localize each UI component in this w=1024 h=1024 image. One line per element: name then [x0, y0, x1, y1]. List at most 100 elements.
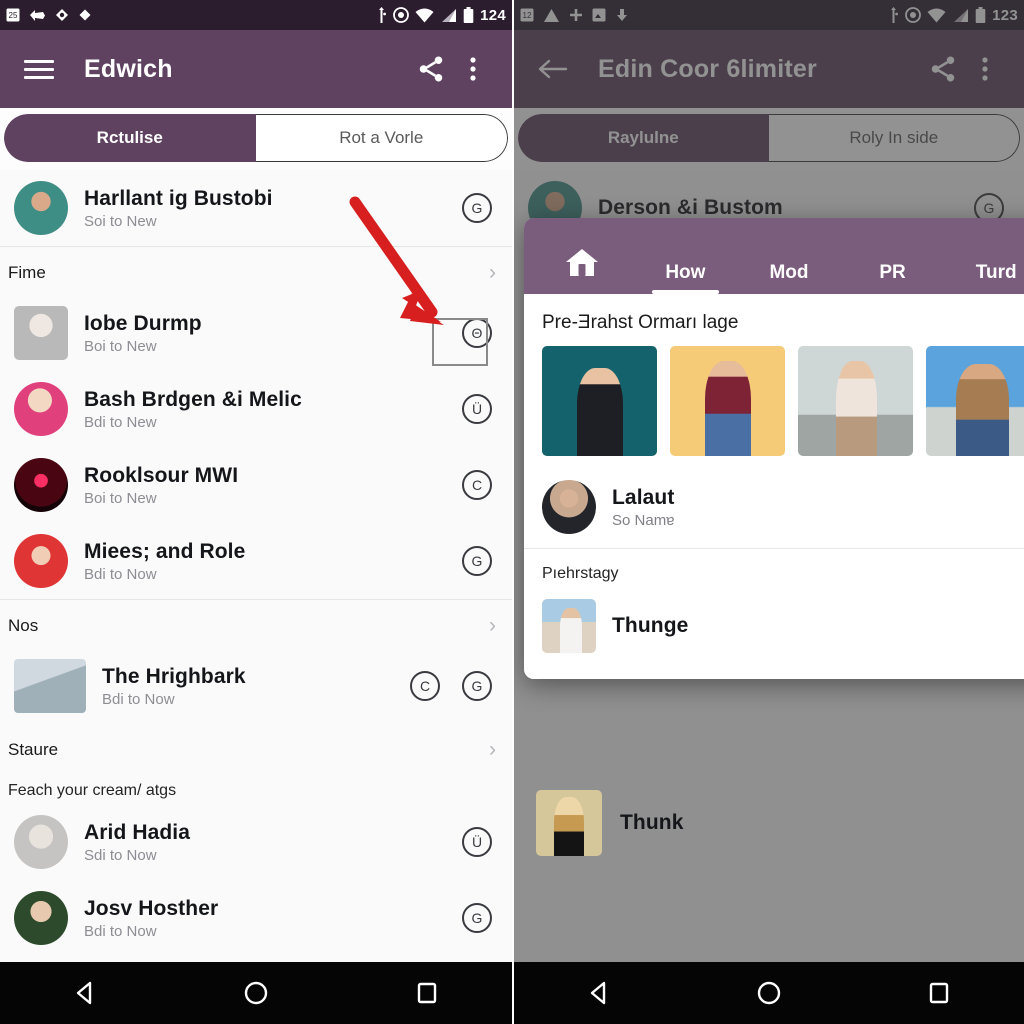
svg-text:25: 25 [9, 11, 18, 20]
target-icon [905, 7, 921, 23]
avatar [14, 891, 68, 945]
thumbnail-item[interactable] [926, 346, 1024, 456]
avatar [542, 599, 596, 653]
avatar [542, 480, 596, 534]
modal-tab-home[interactable] [530, 218, 634, 294]
thumbnail-strip [524, 344, 1024, 470]
modal-section-title: Pre-Ǝrahst Ormarı lage [542, 312, 739, 333]
list-item-subtitle: Bdi to Now [102, 691, 175, 709]
chevron-right-icon: › [489, 614, 496, 637]
hamburger-icon[interactable] [18, 48, 60, 90]
list-item[interactable]: Josv Hosther Bdi to Now G [0, 880, 512, 956]
list-item[interactable]: The Hrighbark Bdi to Now C G [0, 648, 512, 724]
action-circle-icon[interactable]: G [462, 546, 492, 576]
action-circle-icon[interactable]: Ü [462, 827, 492, 857]
list-item[interactable]: Bash Brdgen &i Melic Bdi to New Ü [0, 371, 512, 447]
thumbnail-item[interactable] [670, 346, 785, 456]
signal-icon [440, 8, 457, 23]
list-item[interactable]: Miees; and Role Bdi to Now G [0, 523, 512, 600]
modal-list-item-title: Lalaut [612, 485, 675, 509]
thumbnail-item[interactable] [542, 346, 657, 456]
avatar [14, 815, 68, 869]
section-header-staure[interactable]: Staure › [0, 724, 512, 772]
circle-dot-icon [55, 8, 69, 22]
share-icon[interactable] [410, 48, 452, 90]
right-app-bar: Edin Coor 6limiter [514, 30, 1024, 108]
list-item[interactable]: Rooklsour MWI Boi to New C [0, 447, 512, 523]
modal-list-item-title: Thunge [612, 614, 689, 638]
list-item-subtitle: Bdi to New [84, 414, 157, 432]
action-circle-icon[interactable]: C [462, 470, 492, 500]
right-android-nav-bar [514, 962, 1024, 1024]
arrow-pin-icon [29, 8, 46, 23]
nav-recents-icon[interactable] [915, 969, 963, 1017]
svg-text:12: 12 [523, 11, 532, 20]
modal-tab-pr[interactable]: PR [841, 218, 945, 294]
list-item-title: Iobe Durmp [84, 311, 202, 335]
modal-body: Pre-Ǝrahst Ormarı lage Lalaut So Namɐ Pı… [524, 294, 1024, 679]
nav-recents-icon[interactable] [403, 969, 451, 1017]
list-item-title: Arid Hadia [84, 820, 191, 844]
left-android-nav-bar [0, 962, 512, 1024]
calendar-icon: 12 [520, 8, 534, 22]
tab-roly-in-side[interactable]: Roly In side [768, 114, 1020, 162]
left-status-bar: 25 124 [0, 0, 512, 30]
modal-tab-label: Turd [975, 262, 1017, 283]
tab-rctulise[interactable]: Rctulise [4, 114, 256, 162]
target-icon [393, 7, 409, 23]
list-item-subtitle: Sdi to Now [84, 847, 157, 865]
outside-list-item[interactable]: Thunk [536, 790, 684, 856]
list-item[interactable]: Arid Hadia Sdi to Now Ü [0, 804, 512, 880]
calendar-icon: 25 [6, 8, 20, 22]
list-item-title: Rooklsour MWI [84, 463, 239, 487]
list-item-subtitle: Soi to New [84, 213, 157, 231]
action-circle-icon-secondary[interactable]: G [462, 671, 492, 701]
modal-subheading: Pıehrstagy [542, 565, 619, 582]
nav-back-icon[interactable] [61, 969, 109, 1017]
avatar [14, 534, 68, 588]
modal-tab-bar: How Mod PR Turd [524, 218, 1024, 294]
battery-percent-label: 124 [480, 6, 506, 24]
left-content-list: Harllant ig Bustobi Soi to New G Fime › … [0, 170, 512, 956]
section-label: Fime [8, 263, 46, 282]
status-bar-notification-icons: 25 [6, 8, 376, 23]
usb-icon [888, 7, 899, 23]
nav-back-icon[interactable] [575, 969, 623, 1017]
chevron-right-icon: › [489, 261, 496, 284]
overflow-menu-icon[interactable] [964, 48, 1006, 90]
action-circle-icon[interactable]: G [462, 193, 492, 223]
share-icon[interactable] [922, 48, 964, 90]
battery-icon [463, 7, 474, 23]
overflow-menu-icon[interactable] [452, 48, 494, 90]
modal-list-item[interactable]: Lalaut So Namɐ [524, 470, 1024, 548]
outside-list-item-title: Thunk [620, 811, 684, 835]
modal-tab-how[interactable]: How [634, 218, 738, 294]
modal-tab-mod[interactable]: Mod [737, 218, 841, 294]
back-arrow-icon[interactable] [532, 48, 574, 90]
status-bar-system-icons: 123 [888, 7, 1018, 24]
section-label: Staure [8, 740, 59, 759]
thumbnail-item[interactable] [798, 346, 913, 456]
battery-icon [975, 7, 986, 23]
avatar [14, 659, 86, 713]
nav-home-icon[interactable] [232, 969, 280, 1017]
list-item[interactable]: Harllant ig Bustobi Soi to New G [0, 170, 512, 247]
section-header-fime[interactable]: Fime › [0, 247, 512, 295]
tab-rot-a-vorle[interactable]: Rot a Vorle [255, 114, 508, 162]
action-circle-icon[interactable]: G [462, 903, 492, 933]
avatar [14, 382, 68, 436]
list-item-subtitle: Bdi to Now [84, 923, 157, 941]
action-circle-icon[interactable]: C [410, 671, 440, 701]
action-circle-icon[interactable]: Ü [462, 394, 492, 424]
nav-home-icon[interactable] [745, 969, 793, 1017]
modal-tab-turd[interactable]: Turd [944, 218, 1024, 294]
right-status-bar: 12 123 [514, 0, 1024, 30]
battery-percent-label: 123 [992, 6, 1018, 24]
list-item-subtitle: Boi to New [84, 338, 157, 356]
modal-list-item[interactable]: Thunge [524, 589, 1024, 679]
tab-raylulne[interactable]: Raylulne [518, 114, 769, 162]
section-header-nos[interactable]: Nos › [0, 600, 512, 648]
list-item-subtitle: Boi to New [84, 490, 157, 508]
list-subheading: Feach your cream/ atgs [8, 782, 177, 799]
diamond-icon [78, 8, 92, 22]
